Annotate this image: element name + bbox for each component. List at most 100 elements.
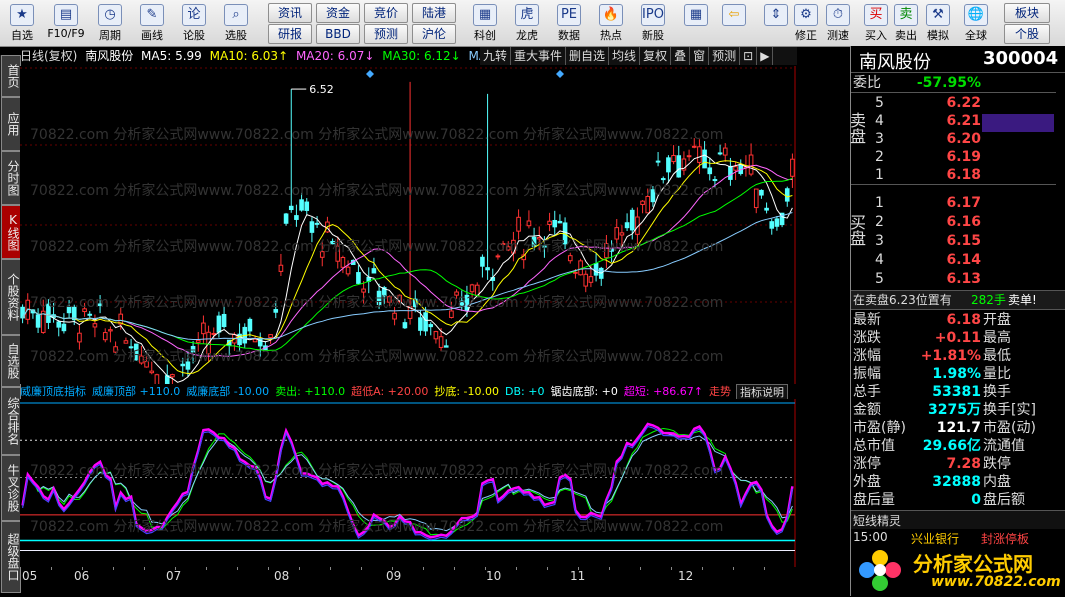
notice-tag: 卖单!	[1008, 293, 1037, 307]
quick-6-button[interactable]: 预测	[364, 24, 408, 44]
toolbar-buy-button[interactable]: 买买入	[860, 2, 892, 44]
toolbar-doc-button[interactable]: ▤ F10/F9	[46, 2, 86, 44]
quick-2-button[interactable]: 竞价	[364, 3, 408, 23]
toolbar-wrench-button[interactable]: ⚙ 修正	[790, 2, 822, 44]
weibi-row: 委比 -57.95%	[851, 74, 1056, 92]
indicator-chart[interactable]: +110.0+80.18+50.36+20.55	[20, 399, 798, 567]
clock-icon: ◷	[98, 4, 122, 26]
indicator-help-button[interactable]: 指标说明	[736, 384, 788, 399]
quick-3-button[interactable]: 陆港	[412, 3, 456, 23]
indicator-item-6: 锯齿底部: +0	[550, 385, 618, 398]
chart-tool-4-button[interactable]: 复权	[640, 47, 672, 65]
toolbar-speed-button[interactable]: ⏱ 测速	[822, 2, 854, 44]
tiger-icon: 虎	[515, 4, 539, 26]
stat-label-right: 最高	[983, 330, 1011, 346]
stat-value: 53381	[932, 384, 981, 400]
toolbar-chat-button[interactable]: 论论股	[176, 2, 212, 44]
ticker-row[interactable]: 15:00 兴业银行 封涨停板	[851, 530, 1065, 546]
toolbar-grid-button[interactable]: ▦	[680, 2, 712, 44]
chart-tool-9-button[interactable]: ▶	[757, 47, 774, 65]
left-nav-tab-4[interactable]: 个股资料	[1, 259, 21, 335]
stock-name-label: 南风股份	[85, 49, 134, 63]
quick-4-button[interactable]: 研报	[268, 24, 312, 44]
stat-label: 涨幅	[853, 348, 881, 364]
grid-icon: ▦	[684, 4, 708, 26]
bid-row: 4 6.14	[851, 251, 1056, 270]
quick-1-button[interactable]: 资金	[316, 3, 360, 23]
quick-7-button[interactable]: 沪伦	[412, 24, 456, 44]
chart-tool-3-button[interactable]: 均线	[609, 47, 641, 65]
left-nav-tab-8[interactable]: 超级盘口	[1, 521, 21, 593]
toolbar-ipo-button[interactable]: IPO 新股	[634, 2, 672, 44]
x-tick	[144, 567, 145, 570]
quick-5-button[interactable]: BBD	[316, 24, 360, 44]
stat-label-right: 市盈(动)	[983, 420, 1036, 436]
x-axis-label: 11	[570, 569, 586, 583]
toolbar-chart-button[interactable]: ▦ 科创	[466, 2, 504, 44]
toolbar-button-label: 自选	[11, 29, 33, 42]
ticker-time: 15:00	[853, 530, 888, 544]
toolbar-right-1-button[interactable]: 个股	[1004, 24, 1050, 44]
bid-price: 6.14	[946, 252, 981, 268]
left-nav-tab-3[interactable]: K线图	[1, 205, 21, 259]
toolbar-star-button[interactable]: ★ 自选	[4, 2, 40, 44]
ma30-label: MA30: 6.12↓	[382, 49, 461, 63]
toolbar-fire-button[interactable]: 🔥 热点	[592, 2, 630, 44]
stat-value: +1.81%	[920, 348, 981, 364]
left-nav: 首页 应用 分时图 K线图 个股资料 自选股 综合排名 牛叉诊股 超级盘口	[0, 55, 21, 593]
x-tick	[206, 567, 207, 570]
ask-level: 3	[875, 131, 884, 147]
toolbar-clock-button[interactable]: ◷ 周期	[92, 2, 128, 44]
chart-tool-6-button[interactable]: 窗	[690, 47, 710, 65]
toolbar-chart-search-button[interactable]: ⌕ 选股	[218, 2, 254, 44]
toolbar-arrow-left-button[interactable]: ⇦	[718, 2, 750, 44]
bid-row: 3 6.15	[851, 232, 1056, 251]
x-tick	[733, 567, 734, 570]
toolbar-arrow-updown-button[interactable]: ⇕	[760, 2, 792, 44]
toolbar-pencil-button[interactable]: ✎ 画线	[134, 2, 170, 44]
arrow-updown-icon: ⇕	[764, 4, 788, 26]
chat-icon: 论	[182, 4, 206, 26]
toolbar-tiger-button[interactable]: 虎龙虎	[508, 2, 546, 44]
toolbar-button-label: 画线	[141, 29, 163, 42]
quick-0-button[interactable]: 资讯	[268, 3, 312, 23]
left-nav-tab-6[interactable]: 综合排名	[1, 387, 21, 455]
stat-row: 涨跌 +0.11 最高	[851, 329, 1065, 347]
chart-tool-1-button[interactable]: 重大事件	[511, 47, 567, 65]
chart-tool-7-button[interactable]: 预测	[709, 47, 741, 65]
chart-search-icon: ⌕	[224, 4, 248, 26]
toolbar-globe-button[interactable]: 🌐 全球	[960, 2, 992, 44]
ask-level: 5	[875, 95, 884, 111]
toolbar-right-0-button[interactable]: 板块	[1004, 3, 1050, 23]
toolbar-pe-button[interactable]: PE 数据	[550, 2, 588, 44]
left-nav-tab-0[interactable]: 首页	[1, 55, 21, 97]
kline-chart[interactable]: 6.606.225.835.456.525.14	[20, 66, 798, 384]
stat-value: 121.7	[936, 420, 981, 436]
stat-value: 0	[971, 492, 981, 508]
stat-row: 金额 3275万 换手[实]	[851, 401, 1065, 419]
left-nav-tab-1[interactable]: 应用	[1, 97, 21, 151]
x-tick	[299, 567, 300, 570]
ask-price: 6.21	[946, 113, 981, 129]
left-nav-tab-5[interactable]: 自选股	[1, 335, 21, 387]
toolbar-button-label: 买入	[865, 29, 887, 42]
ask-row: 3 6.20	[851, 130, 1056, 148]
weibi-value: -57.95%	[916, 75, 981, 91]
brand-url: www.70822.com	[931, 574, 1061, 590]
chart-tool-0-button[interactable]: 九转	[480, 47, 512, 65]
candle	[578, 258, 583, 276]
ask-price: 6.20	[946, 131, 981, 147]
chart-tool-5-button[interactable]: 叠	[671, 47, 691, 65]
chart-icon: ▦	[473, 4, 497, 26]
left-nav-tab-2[interactable]: 分时图	[1, 151, 21, 205]
toolbar-button-label: 热点	[600, 29, 622, 42]
x-axis-label: 09	[386, 569, 402, 583]
stat-label-right: 量比	[983, 366, 1011, 382]
chart-tool-2-button[interactable]: 删自选	[566, 47, 610, 65]
toolbar-hammer-button[interactable]: ⚒ 模拟	[922, 2, 954, 44]
chart-tool-8-button[interactable]: ⊡	[740, 47, 758, 65]
left-nav-tab-7[interactable]: 牛叉诊股	[1, 455, 21, 521]
notice-text: 在卖盘6.23位置有	[853, 293, 952, 307]
toolbar-sell-button[interactable]: 卖卖出	[890, 2, 922, 44]
ask-level: 2	[875, 149, 884, 165]
